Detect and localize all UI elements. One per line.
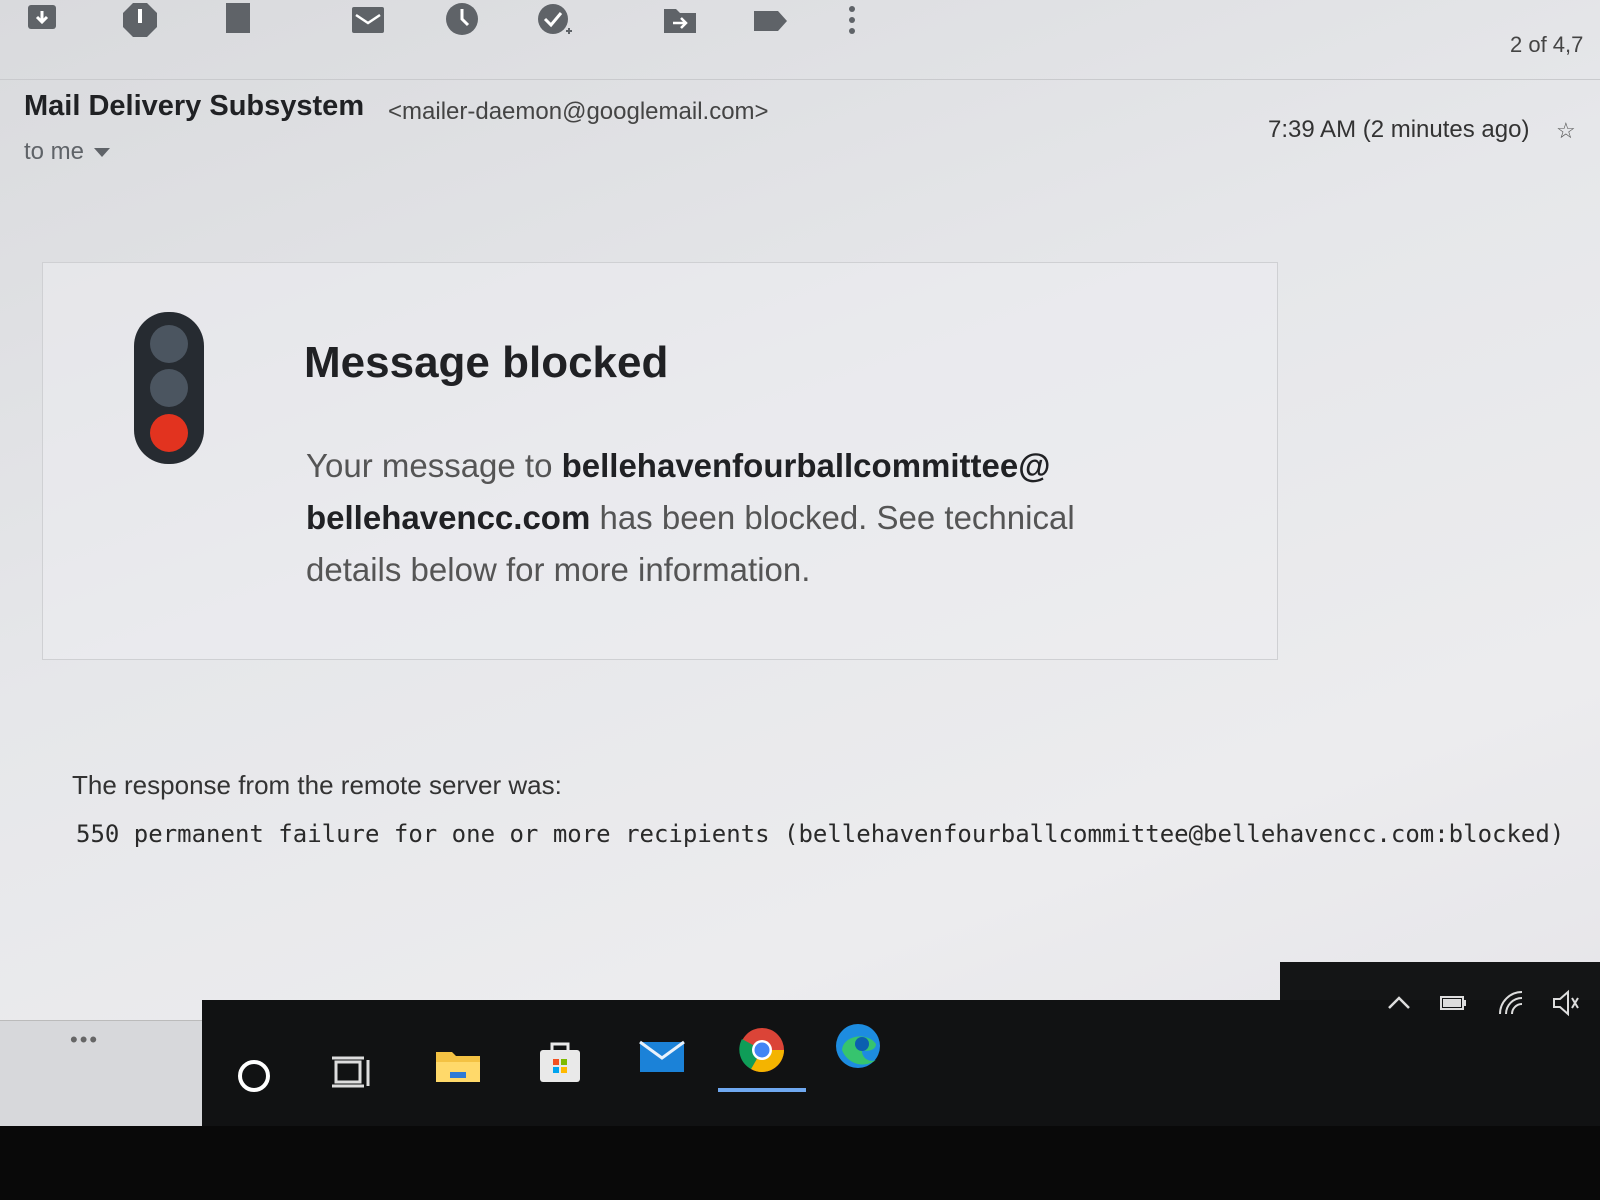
mark-unread-icon[interactable] [348,0,388,42]
notice-title: Message blocked [304,338,669,387]
server-response-code: 550 permanent failure for one or more re… [76,820,1565,848]
response-label: The response from the remote server was: [72,770,562,800]
mail-app-icon[interactable] [630,1024,694,1088]
archive-icon[interactable] [22,0,62,42]
screen-bezel [0,1126,1600,1200]
microsoft-store-icon[interactable] [528,1030,592,1094]
move-to-icon[interactable] [660,0,700,42]
delete-icon[interactable] [218,0,258,42]
edge-icon[interactable] [826,1014,890,1078]
volume-icon[interactable] [1548,986,1582,1020]
task-view-icon[interactable] [320,1040,384,1104]
notice-body-prefix: Your message to [306,447,562,484]
chevron-down-icon [94,147,111,157]
chrome-icon[interactable] [718,1018,806,1092]
sender-email: <mailer-daemon@googlemail.com> [388,98,769,125]
star-icon[interactable]: ☆ [1556,118,1576,144]
recipient-label: to me [24,138,85,165]
wifi-icon[interactable] [1494,986,1528,1020]
snooze-icon[interactable] [442,0,482,42]
show-hidden-icons-icon[interactable] [1382,986,1416,1020]
battery-icon[interactable] [1436,986,1470,1020]
file-explorer-icon[interactable] [426,1034,490,1098]
sidebar-panel: ••• [0,1020,202,1126]
cortana-icon[interactable] [222,1044,286,1108]
sender-name[interactable]: Mail Delivery Subsystem [24,90,364,123]
message-toolbar: 2 of 4,7 [0,0,1600,80]
report-spam-icon[interactable] [120,0,160,42]
lamp-off [150,369,188,407]
add-to-tasks-icon[interactable] [534,0,574,42]
message-timestamp: 7:39 AM (2 minutes ago) [1268,116,1530,143]
more-dots[interactable]: ••• [70,1027,99,1053]
notice-body: Your message to bellehavenfourballcommit… [306,440,1176,596]
lamp-red [150,413,188,452]
pagination-label: 2 of 4,7 [1510,32,1584,57]
lamp-off [150,324,188,363]
more-options-icon[interactable] [832,0,872,42]
recipient-details-toggle[interactable]: to me [24,138,111,166]
label-icon[interactable] [750,0,790,42]
traffic-light-red-icon [134,312,204,464]
